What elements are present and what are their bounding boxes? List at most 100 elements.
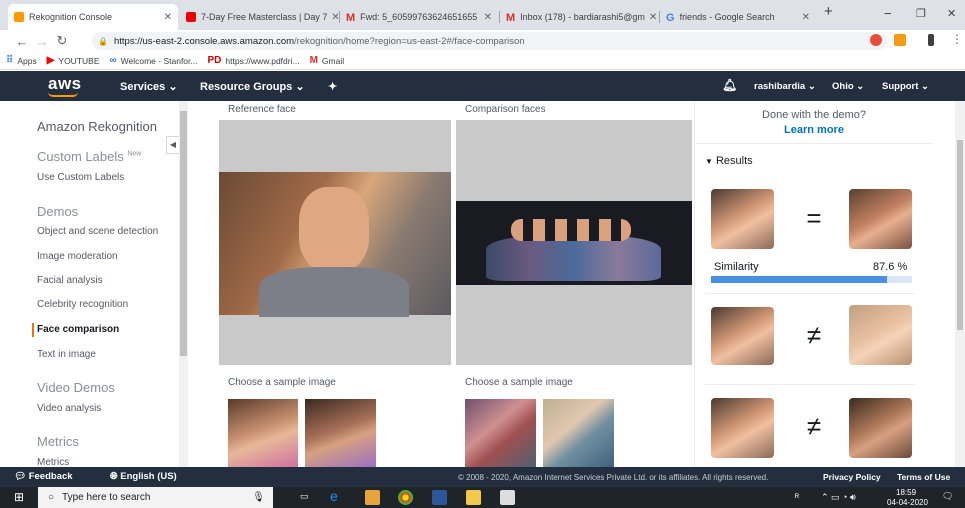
people-icon[interactable]: ᴿ: [795, 492, 799, 502]
tab-title: 7-Day Free Masterclass | Day 7: [201, 12, 328, 22]
services-menu[interactable]: Services ⌄: [120, 80, 178, 93]
results-scrollbar-thumb[interactable]: [957, 140, 963, 330]
reference-image-area[interactable]: [219, 120, 451, 365]
faces-shape: [511, 219, 631, 241]
windows-start-icon[interactable]: ⊞: [14, 490, 24, 504]
sidebar-item-video-analysis[interactable]: Video analysis: [37, 403, 101, 414]
sample-thumbnail[interactable]: [465, 399, 536, 467]
address-bar[interactable]: 🔒 https://us-east-2.console.aws.amazon.c…: [92, 32, 887, 50]
close-tab-icon[interactable]: ✕: [480, 12, 492, 23]
sample-thumbnail[interactable]: [228, 399, 298, 467]
new-badge: New: [127, 150, 142, 158]
clock-time[interactable]: 18:59: [896, 488, 916, 497]
google-favicon-icon: G: [666, 12, 675, 24]
minimize-icon[interactable]: −: [884, 6, 892, 21]
bookmark-pdfdrive[interactable]: PD https://www.pdfdri...: [208, 55, 300, 66]
system-tray-icons[interactable]: ⌃ ▭ ◔ 🔊︎: [821, 492, 856, 503]
back-icon[interactable]: ←: [12, 34, 32, 49]
sample-thumbnail[interactable]: [305, 399, 376, 467]
sidebar-title[interactable]: Amazon Rekognition: [37, 119, 157, 134]
lock-icon: 🔒: [98, 36, 108, 46]
unmatched-face-crop: [849, 398, 912, 458]
youtube-icon: ▶: [46, 55, 55, 66]
store-icon[interactable]: [365, 490, 380, 505]
close-tab-icon[interactable]: ✕: [327, 12, 338, 23]
learn-more-link[interactable]: Learn more: [695, 124, 933, 136]
task-view-icon[interactable]: ▭: [300, 491, 309, 502]
extension-icon[interactable]: [928, 34, 934, 46]
globe-icon: 🌐︎: [110, 471, 118, 482]
gmail-favicon-icon: M: [506, 12, 516, 24]
comparison-image-area[interactable]: [456, 120, 692, 365]
demo-question: Done with the demo?: [762, 109, 866, 121]
sample-thumbnail[interactable]: [543, 399, 614, 467]
chevron-down-icon: ⌄: [168, 81, 178, 93]
sidebar-item-facial-analysis[interactable]: Facial analysis: [37, 275, 103, 286]
aws-logo[interactable]: aws: [48, 74, 82, 94]
tab-inbox[interactable]: M Inbox (178) - bardiarashi5@gm ✕: [500, 4, 658, 30]
language-button[interactable]: 🌐︎ English (US): [110, 471, 177, 482]
sidebar-item-face-comparison[interactable]: Face comparison: [37, 324, 119, 335]
privacy-policy-link[interactable]: Privacy Policy: [823, 472, 881, 482]
bell-icon[interactable]: 🔔︎: [722, 78, 737, 92]
sidebar-item-metrics[interactable]: Metrics: [37, 457, 69, 467]
close-tab-icon[interactable]: ✕: [798, 12, 810, 23]
extension-icon[interactable]: [870, 34, 882, 46]
menu-kebab-icon[interactable]: ⋮: [951, 32, 963, 46]
support-menu[interactable]: Support ⌄: [882, 81, 929, 92]
clock-date[interactable]: 04-04-2020: [887, 498, 928, 507]
photos-icon[interactable]: [500, 490, 515, 505]
edge-icon[interactable]: e: [330, 488, 345, 504]
close-tab-icon[interactable]: ✕: [160, 12, 172, 23]
bookmark-youtube[interactable]: ▶ YOUTUBE: [47, 55, 100, 66]
close-tab-icon[interactable]: ✕: [645, 12, 657, 23]
pin-icon[interactable]: ✦: [328, 80, 337, 93]
region-menu[interactable]: Ohio ⌄: [832, 81, 864, 92]
word-icon[interactable]: [432, 490, 447, 505]
aws-top-nav: aws Services ⌄ Resource Groups ⌄ ✦ 🔔︎ ra…: [0, 71, 965, 101]
comparison-faces-label: Comparison faces: [465, 104, 546, 115]
maximize-icon[interactable]: ❐: [916, 7, 926, 20]
bookmark-stanford[interactable]: ∞ Welcome - Stanfor...: [110, 55, 198, 66]
close-window-icon[interactable]: ✕: [947, 7, 956, 20]
extension-icon[interactable]: [894, 34, 906, 46]
sidebar-scrollbar-thumb[interactable]: [180, 111, 187, 356]
notifications-icon[interactable]: 🗨︎: [942, 491, 953, 502]
taskbar-search-box[interactable]: ○ Type here to search 🎙︎: [38, 487, 273, 508]
tab-fwd[interactable]: M Fwd: 5_60599763624651655 ✕: [340, 4, 498, 30]
terms-of-use-link[interactable]: Terms of Use: [897, 472, 950, 482]
forward-icon[interactable]: →: [32, 34, 52, 49]
bookmark-label: Apps: [17, 55, 37, 66]
console-footer: 💬︎ Feedback 🌐︎ English (US) © 2008 - 202…: [0, 467, 965, 487]
coursera-icon: ∞: [109, 55, 117, 66]
custom-labels-label: Custom Labels: [37, 149, 124, 164]
tab-masterclass[interactable]: 7-Day Free Masterclass | Day 7 ✕: [180, 4, 338, 30]
bookmark-gmail[interactable]: M Gmail: [310, 55, 345, 66]
feedback-button[interactable]: 💬︎ Feedback: [14, 471, 73, 482]
region-label: Ohio: [832, 81, 854, 92]
sidebar-item-image-moderation[interactable]: Image moderation: [37, 251, 118, 262]
bookmark-label: Gmail: [321, 55, 345, 66]
sidebar-item-object-detection[interactable]: Object and scene detection: [37, 226, 158, 237]
chrome-icon[interactable]: [398, 490, 413, 505]
bookmark-apps[interactable]: ⠿ Apps: [6, 55, 37, 66]
account-menu[interactable]: rashibardia ⌄: [754, 81, 816, 92]
resource-groups-menu[interactable]: Resource Groups ⌄: [200, 80, 305, 93]
shirt-shape: [259, 267, 409, 317]
sidebar-item-use-custom-labels[interactable]: Use Custom Labels: [37, 172, 124, 183]
reload-icon[interactable]: ↻: [52, 33, 72, 49]
aws-smile-icon: [48, 92, 78, 97]
resource-groups-label: Resource Groups: [200, 81, 293, 93]
sidebar-item-text-in-image[interactable]: Text in image: [37, 349, 96, 360]
file-explorer-icon[interactable]: [466, 490, 481, 505]
collapse-sidebar-button[interactable]: ◀: [166, 136, 180, 154]
reference-face-crop: [711, 398, 774, 458]
results-toggle[interactable]: ▼ Results: [705, 155, 753, 167]
tab-google[interactable]: G friends - Google Search ✕: [660, 4, 816, 30]
apps-icon: ⠿: [6, 55, 14, 66]
sidebar-item-celebrity-recognition[interactable]: Celebrity recognition: [37, 299, 128, 310]
new-tab-icon[interactable]: +: [824, 3, 833, 20]
feedback-label: Feedback: [28, 471, 73, 482]
custom-labels-heading: Custom Labels New: [37, 149, 141, 164]
tab-rekognition[interactable]: Rekognition Console ✕: [8, 4, 178, 30]
